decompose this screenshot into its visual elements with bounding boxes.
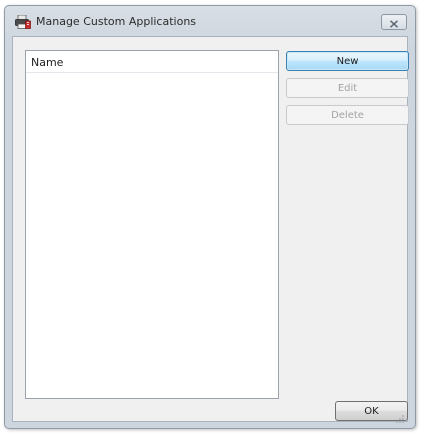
window-title: Manage Custom Applications xyxy=(36,15,197,28)
column-header-name[interactable]: Name xyxy=(31,56,63,69)
resize-grip-icon[interactable] xyxy=(395,409,405,423)
delete-button[interactable]: Delete xyxy=(286,105,409,125)
close-icon xyxy=(389,13,399,32)
new-button[interactable]: New xyxy=(286,51,409,71)
list-body[interactable] xyxy=(26,73,278,398)
printer-app-icon xyxy=(15,14,31,29)
manage-custom-applications-dialog: Manage Custom Applications Name New Edit… xyxy=(4,5,416,429)
close-button[interactable] xyxy=(381,14,407,30)
edit-button[interactable]: Edit xyxy=(286,78,409,98)
dialog-client-area: Name New Edit Delete OK xyxy=(12,36,409,423)
applications-list[interactable]: Name xyxy=(25,50,279,399)
title-bar[interactable]: Manage Custom Applications xyxy=(5,6,415,36)
list-header: Name xyxy=(26,51,278,73)
